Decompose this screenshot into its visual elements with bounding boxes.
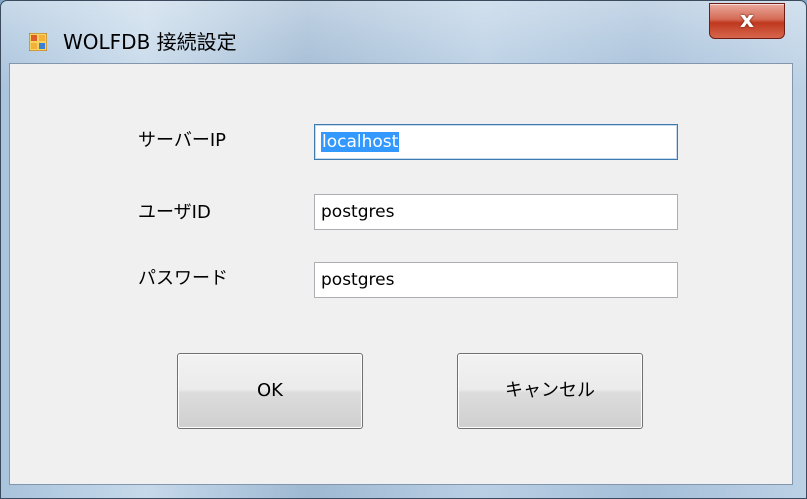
server-ip-value: localhost — [321, 132, 400, 152]
app-icon — [29, 33, 47, 51]
password-input[interactable]: postgres — [314, 262, 678, 298]
close-button[interactable]: x — [709, 3, 785, 39]
close-icon: x — [739, 8, 755, 33]
ok-button[interactable]: OK — [177, 353, 363, 429]
password-label: パスワード — [138, 268, 228, 289]
cancel-button[interactable]: キャンセル — [457, 353, 643, 429]
user-id-label: ユーザID — [138, 202, 211, 223]
dialog-window: WOLFDB 接続設定 x サーバーIP localhost ユーザID pos… — [0, 0, 807, 499]
user-id-input[interactable]: postgres — [314, 194, 678, 230]
server-ip-label: サーバーIP — [138, 130, 226, 151]
title-bar[interactable]: WOLFDB 接続設定 x — [1, 1, 806, 61]
dialog-body: サーバーIP localhost ユーザID postgres パスワード po… — [9, 63, 793, 485]
window-title: WOLFDB 接続設定 — [63, 30, 237, 54]
server-ip-input[interactable]: localhost — [314, 124, 678, 160]
